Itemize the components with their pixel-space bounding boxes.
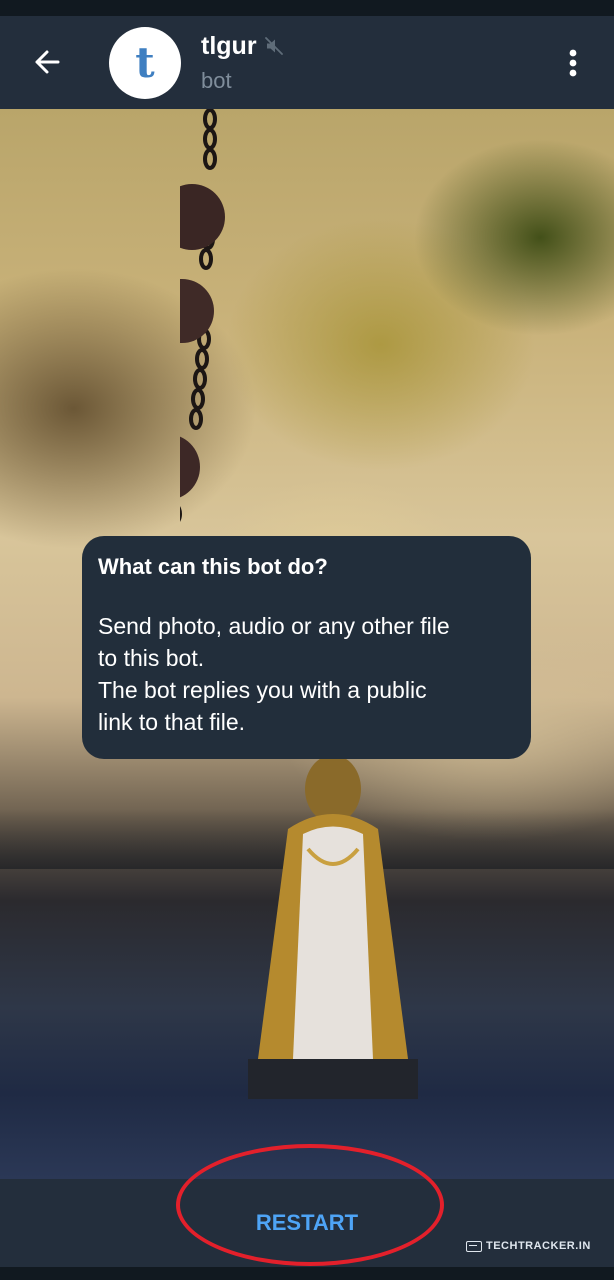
arrow-left-icon <box>35 50 60 74</box>
avatar[interactable]: t <box>109 27 181 99</box>
chat-header: t tlgur bot <box>0 16 614 109</box>
system-nav-bar <box>0 1267 614 1280</box>
bubble-line: Send photo, audio or any other file <box>98 613 450 639</box>
status-bar <box>0 0 614 16</box>
bubble-line: The bot replies you with a public <box>98 677 427 703</box>
more-menu-button[interactable] <box>553 41 593 85</box>
speaker-muted-icon <box>264 37 283 55</box>
title-row[interactable]: tlgur <box>201 30 283 62</box>
restart-button[interactable]: RESTART <box>200 1197 414 1249</box>
back-button[interactable] <box>22 42 72 82</box>
watermark-logo-icon <box>466 1240 482 1252</box>
bubble-line: to this bot. <box>98 645 205 671</box>
chat-subtitle: bot <box>201 68 232 93</box>
more-vertical-icon <box>569 49 577 77</box>
statue-image <box>248 759 418 1099</box>
bubble-title: What can this bot do? <box>98 554 328 579</box>
avatar-letter: t <box>135 38 155 87</box>
watermark-text: TECHTRACKER.IN <box>486 1240 591 1252</box>
chat-title: tlgur <box>201 31 257 60</box>
watermark: TECHTRACKER.IN <box>466 1236 591 1256</box>
bot-info-bubble: What can this bot do? Send photo, audio … <box>82 536 531 759</box>
bubble-line: link to that file. <box>98 709 246 735</box>
